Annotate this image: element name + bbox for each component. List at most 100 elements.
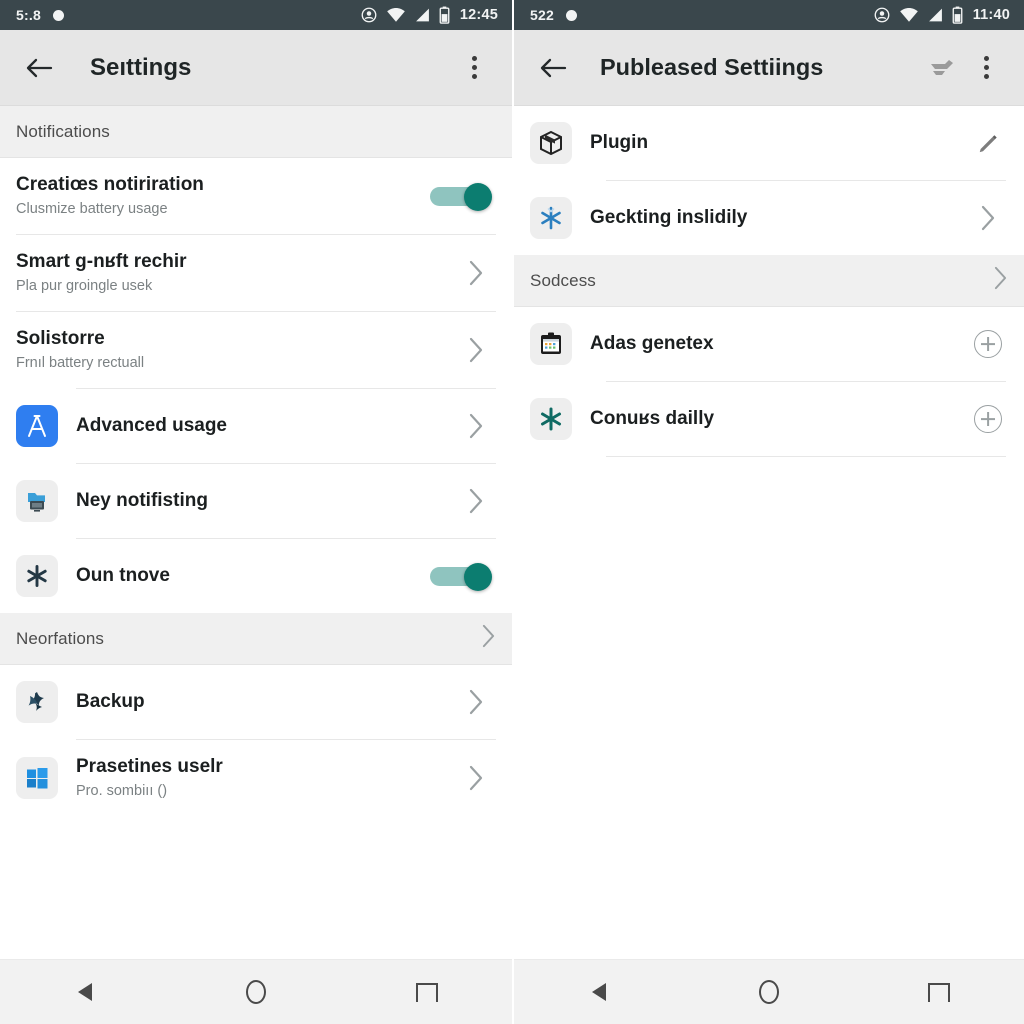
- list-item-subtitle: Clusmize battery usage: [16, 200, 168, 217]
- list-item-text-group: Creatiœs notiriration Clusmize battery u…: [16, 174, 430, 218]
- page-title: Publeased Settiings: [600, 54, 824, 80]
- section-header-neorfations[interactable]: Neorfations: [0, 613, 512, 665]
- list-item[interactable]: Oun tnove: [0, 539, 512, 613]
- right-status-bar: 522 11:40: [514, 0, 1024, 30]
- right-phone-screen: 522 11:40 Publeased Settiings Plugin Gec…: [512, 0, 1024, 1024]
- divider: [606, 456, 1006, 457]
- list-item-title: Oun tnove: [76, 564, 170, 586]
- nav-home-icon[interactable]: [219, 970, 293, 1014]
- list-item-title: Geckting inslidily: [590, 206, 748, 228]
- chevron-right-icon: [968, 198, 1008, 238]
- signal-icon: [416, 8, 429, 22]
- list-item-text-group: Ney notifisting: [76, 490, 456, 512]
- status-bar-left-group: 5:.8: [16, 7, 64, 23]
- add-plus-icon[interactable]: [968, 324, 1008, 364]
- status-bar-carrier-text: 5:.8: [16, 7, 41, 23]
- toggle-knob: [464, 563, 492, 591]
- list-item-title: Adas genetex: [590, 332, 714, 354]
- list-item-text-group: Adas genetex: [590, 333, 968, 355]
- section-header-notifications: Notifications: [0, 106, 512, 158]
- toggle-switch[interactable]: [430, 183, 492, 211]
- app-a-icon: [16, 405, 58, 447]
- list-item[interactable]: Solistorre Frnıl battery rectuall: [0, 312, 512, 388]
- list-item[interactable]: Prasetines uselr Pro. sombiıı (): [0, 740, 512, 816]
- left-settings-list[interactable]: Notifications Creatiœs notiriration Clus…: [0, 106, 512, 959]
- list-item-text-group: Geckting inslidily: [590, 207, 968, 229]
- battery-icon: [952, 6, 963, 24]
- clipboard-calendar-icon: [530, 323, 572, 365]
- recording-dot-icon: [565, 9, 577, 21]
- page-title: Seıttings: [90, 53, 192, 81]
- list-item[interactable]: Geckting inslidily: [514, 181, 1024, 255]
- list-item-subtitle: Frnıl battery rectuall: [16, 354, 145, 371]
- package-box-icon: [530, 122, 572, 164]
- monitor-folder-icon: [16, 480, 58, 522]
- pencil-edit-icon[interactable]: [968, 123, 1008, 163]
- dual-screenshot-container: 5:.8 12:45 Seıttings Notifications Creat…: [0, 0, 1024, 1024]
- list-item[interactable]: Adas genetex: [514, 307, 1024, 381]
- recording-dot-icon: [52, 9, 64, 21]
- section-label: Sodcess: [530, 270, 596, 290]
- chevron-right-icon: [993, 266, 1008, 295]
- back-arrow-icon[interactable]: [16, 45, 62, 91]
- left-phone-screen: 5:.8 12:45 Seıttings Notifications Creat…: [0, 0, 512, 1024]
- back-arrow-icon[interactable]: [530, 45, 576, 91]
- status-bar-clock: 11:40: [972, 7, 1010, 23]
- chevron-right-icon: [456, 330, 496, 370]
- list-item-subtitle: Pla pur groingle usek: [16, 277, 153, 294]
- right-app-bar: Publeased Settiings: [514, 30, 1024, 106]
- list-item[interactable]: Conuʁs dailly: [514, 382, 1024, 456]
- cast-icon: [874, 7, 890, 23]
- list-item[interactable]: Ney notifisting: [0, 464, 512, 538]
- overflow-menu-icon[interactable]: [964, 46, 1008, 90]
- toggle-knob: [464, 183, 492, 211]
- battery-icon: [439, 6, 450, 24]
- list-item[interactable]: Smart g-nʁft rechir Pla pur groingle use…: [0, 235, 512, 311]
- nav-back-icon[interactable]: [562, 970, 636, 1014]
- list-item-title: Conuʁs dailly: [590, 407, 715, 429]
- list-item[interactable]: Plugin: [514, 106, 1024, 180]
- list-item[interactable]: Creatiœs notiriration Clusmize battery u…: [0, 158, 512, 234]
- right-settings-list[interactable]: Plugin Geckting inslidily Sodcess Adas g…: [514, 106, 1024, 959]
- list-item[interactable]: Backup: [0, 665, 512, 739]
- section-header-sodcess[interactable]: Sodcess: [514, 255, 1024, 307]
- list-item-text-group: Advanced usage: [76, 415, 456, 437]
- list-item-text-group: Smart g-nʁft rechir Pla pur groingle use…: [16, 251, 456, 295]
- toggle-switch[interactable]: [430, 563, 492, 591]
- left-nav-bar[interactable]: [0, 959, 512, 1024]
- nav-recents-icon[interactable]: [902, 970, 976, 1014]
- status-bar-right-group: 11:40: [873, 6, 1010, 24]
- status-bar-carrier-text: 522: [530, 7, 554, 23]
- asterisk-icon: [16, 555, 58, 597]
- list-item-subtitle: Pro. sombiıı (): [76, 782, 168, 799]
- wifi-icon: [899, 7, 918, 22]
- filter-edit-icon[interactable]: [920, 46, 964, 90]
- chevron-right-icon: [481, 624, 496, 653]
- chevron-right-icon: [456, 406, 496, 446]
- list-item-title: Smart g-nʁft rechir: [16, 251, 187, 273]
- list-item-title: Prasetines uselr: [76, 756, 223, 778]
- list-item-title: Backup: [76, 690, 145, 712]
- list-item-text-group: Prasetines uselr Pro. sombiıı (): [76, 756, 456, 800]
- chevron-right-icon: [456, 253, 496, 293]
- chevron-right-icon: [456, 758, 496, 798]
- overflow-menu-icon[interactable]: [452, 46, 496, 90]
- left-app-bar: Seıttings: [0, 30, 512, 106]
- list-item-title: Ney notifisting: [76, 489, 208, 511]
- nav-back-icon[interactable]: [48, 970, 122, 1014]
- snowflake-icon: [530, 197, 572, 239]
- section-label: Notifications: [16, 121, 110, 141]
- status-bar-left-group: 522: [530, 7, 577, 23]
- list-item-title: Creatiœs notiriration: [16, 174, 204, 196]
- right-nav-bar[interactable]: [514, 959, 1024, 1024]
- list-item-title: Advanced usage: [76, 414, 227, 436]
- add-plus-icon[interactable]: [968, 399, 1008, 439]
- list-item-title: Plugin: [590, 131, 649, 153]
- chevron-right-icon: [456, 682, 496, 722]
- list-item[interactable]: Advanced usage: [0, 389, 512, 463]
- asterisk-teal-icon: [530, 398, 572, 440]
- nav-home-icon[interactable]: [732, 970, 806, 1014]
- nav-recents-icon[interactable]: [390, 970, 464, 1014]
- chevron-right-icon: [456, 481, 496, 521]
- list-item-text-group: Solistorre Frnıl battery rectuall: [16, 328, 456, 372]
